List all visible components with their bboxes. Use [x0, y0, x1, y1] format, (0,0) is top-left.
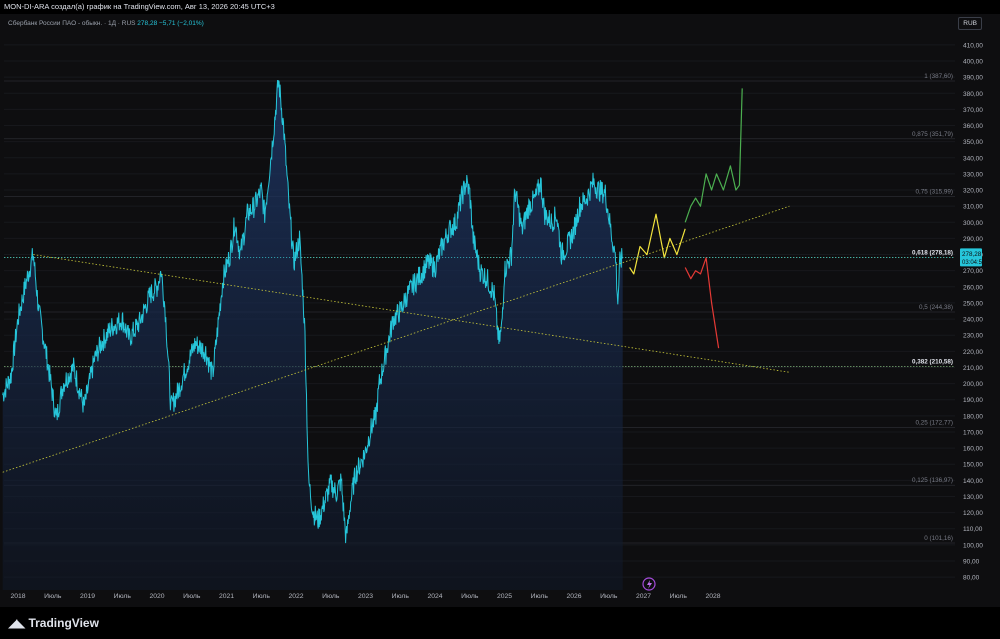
y-tick-label: 300,00: [963, 220, 983, 227]
fib-level-label: 0,75 (315,99): [916, 189, 953, 196]
tradingview-logo-icon: ◢◣: [8, 616, 25, 630]
x-tick-label: 2020: [149, 593, 164, 600]
x-tick-label: Июль: [531, 593, 549, 600]
y-tick-label: 140,00: [963, 478, 983, 485]
y-tick-label: 320,00: [963, 188, 983, 195]
chart-header: MON-DI-ARA создал(а) график на TradingVi…: [0, 0, 1000, 14]
y-tick-label: 90,00: [963, 558, 980, 565]
y-tick-label: 240,00: [963, 317, 983, 324]
y-tick-label: 290,00: [963, 236, 983, 243]
y-tick-label: 360,00: [963, 123, 983, 130]
header-text: MON-DI-ARA создал(а) график на TradingVi…: [4, 2, 275, 11]
y-tick-label: 270,00: [963, 268, 983, 275]
x-tick-label: Июль: [44, 593, 62, 600]
fib-level-label: 0,25 (172,77): [916, 419, 953, 426]
x-tick-label: Июль: [114, 593, 132, 600]
y-tick-label: 180,00: [963, 413, 983, 420]
x-tick-label: Июль: [253, 593, 271, 600]
y-tick-label: 100,00: [963, 542, 983, 549]
y-tick-label: 190,00: [963, 397, 983, 404]
x-tick-label: Июль: [600, 593, 618, 600]
fib-level-label: 0,5 (244,38): [919, 304, 953, 311]
last-price: 278,28: [137, 20, 158, 27]
y-tick-label: 150,00: [963, 462, 983, 469]
fib-level-label: 0 (101,16): [924, 535, 953, 542]
x-tick-label: 2022: [288, 593, 303, 600]
fib-level-label: 1 (387,60): [924, 73, 953, 80]
y-tick-label: 170,00: [963, 429, 983, 436]
logo-text: TradingView: [28, 616, 99, 630]
x-tick-label: 2025: [497, 593, 512, 600]
fib-level-label: 0,382 (210,58): [912, 359, 953, 366]
fib-level-label: 0,618 (278,18): [912, 249, 953, 256]
y-tick-label: 400,00: [963, 59, 983, 66]
y-tick-label: 370,00: [963, 107, 983, 114]
y-tick-label: 350,00: [963, 139, 983, 146]
y-tick-label: 130,00: [963, 494, 983, 501]
y-tick-label: 310,00: [963, 204, 983, 211]
x-tick-label: 2018: [10, 593, 25, 600]
y-tick-label: 340,00: [963, 155, 983, 162]
currency-button[interactable]: RUB: [958, 17, 982, 30]
x-tick-label: Июль: [392, 593, 410, 600]
fib-level-label: 0,875 (351,79): [912, 131, 953, 138]
tradingview-logo[interactable]: ◢◣ TradingView: [8, 616, 99, 630]
y-tick-label: 250,00: [963, 300, 983, 307]
projection-path: [684, 88, 743, 223]
y-tick-label: 80,00: [963, 575, 980, 582]
x-tick-label: 2024: [427, 593, 442, 600]
y-tick-label: 120,00: [963, 510, 983, 517]
y-tick-label: 110,00: [963, 526, 983, 533]
y-tick-label: 390,00: [963, 75, 983, 82]
y-tick-label: 200,00: [963, 381, 983, 388]
y-tick-label: 220,00: [963, 349, 983, 356]
y-tick-label: 380,00: [963, 91, 983, 98]
lightning-icon[interactable]: [642, 577, 656, 591]
y-tick-label: 410,00: [963, 42, 983, 49]
y-tick-label: 330,00: [963, 171, 983, 178]
y-tick-label: 210,00: [963, 365, 983, 372]
price-change: −5,71 (−2,01%): [159, 20, 204, 27]
price-chart[interactable]: 1 (387,60) 0,875 (351,79) 0,75 (315,99) 0,6…: [0, 14, 1000, 607]
symbol-legend[interactable]: Сбербанк России ПАО - обыкн. · 1Д · RUS …: [8, 20, 204, 27]
x-tick-label: Июль: [183, 593, 201, 600]
x-tick-label: Июль: [670, 593, 688, 600]
last-price-timer: 03:04:57: [962, 260, 986, 266]
y-tick-label: 260,00: [963, 284, 983, 291]
x-tick-label: 2028: [705, 593, 720, 600]
chart-area[interactable]: 1 (387,60) 0,875 (351,79) 0,75 (315,99) 0,6…: [0, 14, 1000, 607]
symbol-name: Сбербанк России ПАО - обыкн. · 1Д · RUS: [8, 20, 136, 27]
x-tick-label: Июль: [461, 593, 479, 600]
y-tick-label: 160,00: [963, 446, 983, 453]
fib-level-label: 0,125 (136,97): [912, 477, 953, 484]
x-tick-label: 2021: [219, 593, 234, 600]
last-price-value: 278,28: [962, 251, 982, 258]
x-tick-label: 2027: [636, 593, 651, 600]
x-tick-label: 2026: [566, 593, 581, 600]
x-tick-label: 2019: [80, 593, 95, 600]
y-tick-label: 230,00: [963, 333, 983, 340]
x-tick-label: 2023: [358, 593, 373, 600]
footer: ◢◣ TradingView: [0, 607, 1000, 639]
x-tick-label: Июль: [322, 593, 340, 600]
